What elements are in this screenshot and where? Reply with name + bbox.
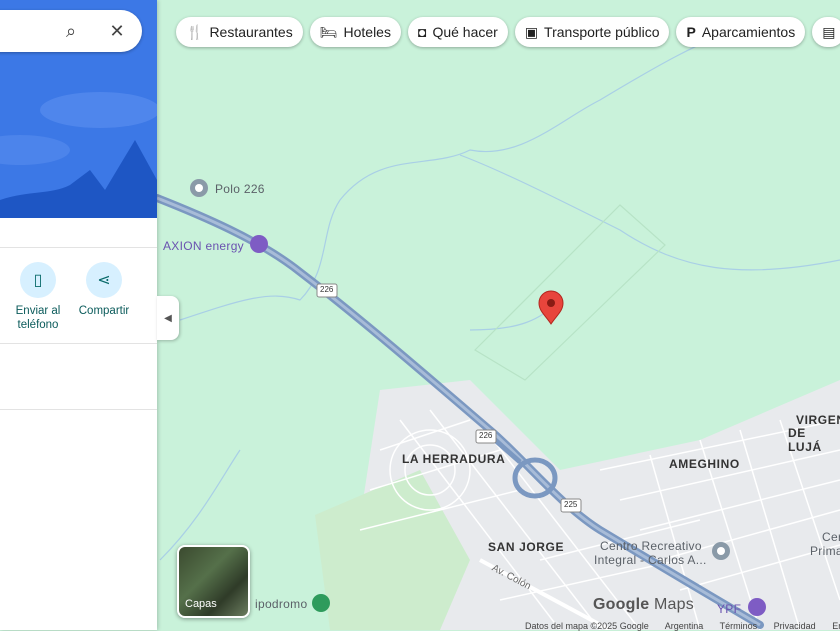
place-de-luja: DE LUJÁ [788, 426, 822, 454]
layers-button[interactable]: Capas [177, 545, 250, 618]
place-prima[interactable]: Prima [810, 544, 840, 558]
chip-transit[interactable]: ▣ Transporte público [514, 17, 670, 47]
share-label: Compartir [78, 305, 130, 317]
chip-parking[interactable]: P Aparcamientos [676, 17, 806, 47]
divider [0, 247, 157, 248]
route-shield-label-3: 225 [564, 500, 578, 509]
place-hipodromo[interactable]: ipodromo [255, 597, 307, 611]
place-centro-recreativo[interactable]: Centro Recreativo [600, 539, 702, 553]
place-cer[interactable]: Cer [822, 530, 840, 544]
filter-chips: 🍴 Restaurantes 🛏 Hoteles ◘ Qué hacer ▣ Transpor… [176, 17, 840, 47]
chip-restaurants[interactable]: 🍴 Restaurantes [176, 17, 303, 47]
hotel-icon: 🛏 [319, 23, 338, 40]
google-maps-logo: Google Maps [593, 596, 694, 614]
chip-more[interactable]: ▤ [812, 17, 840, 47]
divider [0, 343, 157, 344]
caret-left-icon: ◀ [164, 312, 172, 324]
send-to-phone-label: Enviar al teléfono [15, 305, 61, 331]
chip-label: Hoteles [343, 24, 391, 40]
logo-google: Google [593, 596, 650, 613]
layers-label: Capas [185, 598, 217, 610]
close-icon[interactable]: ✕ [106, 20, 128, 42]
send-to-phone-button[interactable]: ▯ Enviar al teléfono [3, 262, 73, 332]
parking-icon: P [686, 24, 696, 40]
divider [0, 409, 157, 410]
place-san-jorge: SAN JORGE [488, 540, 565, 554]
place-polo[interactable]: Polo 226 [215, 182, 265, 196]
send-to-phone-icon: ▯ [20, 262, 56, 298]
place-ypf[interactable]: YPF [717, 602, 741, 616]
chip-label: Transporte público [544, 24, 660, 40]
chip-label: Aparcamientos [701, 24, 796, 40]
place-centro-recreativo-2[interactable]: Integral - Carlos A... [594, 553, 707, 567]
place-ameghino: AMEGHINO [669, 457, 740, 471]
poi-ypf-icon [748, 598, 766, 616]
side-panel: ⌕ ✕ ▯ Enviar al teléfono ⋖ Compartir [0, 0, 157, 630]
search-box[interactable]: ⌕ ✕ [0, 10, 142, 52]
property-outline [474, 204, 666, 381]
chip-label: Restaurantes [209, 24, 293, 40]
poi-fuel-icon [250, 235, 268, 253]
more-icon: ▤ [822, 23, 836, 40]
share-button[interactable]: ⋖ Compartir [69, 262, 139, 318]
chip-label: Qué hacer [432, 24, 498, 40]
chip-hotels[interactable]: 🛏 Hoteles [309, 17, 401, 47]
route-shield-label-2: 226 [479, 431, 493, 440]
camera-icon: ◘ [417, 24, 427, 40]
transit-icon: ▣ [524, 23, 539, 40]
logo-maps: Maps [653, 596, 694, 613]
restaurant-icon: 🍴 [186, 23, 204, 40]
route-shield-label: 226 [320, 285, 334, 294]
place-virgen: VIRGEN [796, 413, 840, 427]
place-axion[interactable]: AXION energy [163, 239, 244, 253]
share-icon: ⋖ [86, 262, 122, 298]
location-pin [538, 290, 564, 325]
collapse-panel-button[interactable]: ◀ [157, 296, 179, 340]
poi-park-icon [312, 594, 330, 612]
search-icon[interactable]: ⌕ [60, 20, 82, 42]
chip-things-to-do[interactable]: ◘ Qué hacer [407, 17, 508, 47]
place-la-herradura: LA HERRADURA [402, 452, 506, 466]
